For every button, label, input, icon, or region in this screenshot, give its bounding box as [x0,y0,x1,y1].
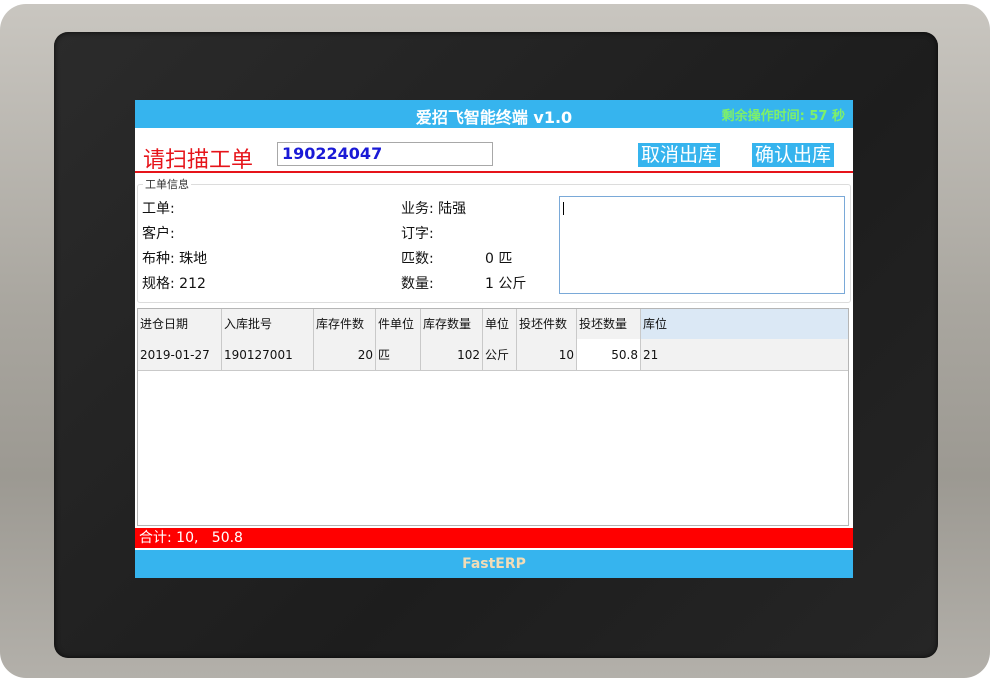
text-caret [563,202,564,215]
group-title: 工单信息 [143,176,191,192]
pieces-label: 匹数: [401,251,434,267]
column-header-stock-pieces[interactable]: 库存件数 [314,309,376,339]
order-word-field: 订字: [401,226,434,242]
cell-location: 21 [641,339,848,371]
scan-prompt: 请扫描工单 [143,148,254,173]
cell-issue-pieces: 10 [517,339,577,371]
cell-issue-qty[interactable]: 50.8 [577,339,641,371]
memo-textbox[interactable] [559,196,845,294]
grid-header: 进仓日期 入库批号 库存件数 件单位 库存数量 单位 投坯件数 投坯数量 库位 [138,309,848,339]
cell-stock-qty: 102 [421,339,483,371]
remaining-time: 剩余操作时间: 57 秒 [721,109,845,124]
cell-piece-unit: 匹 [376,339,421,371]
footer-brand: FastERP [135,550,853,578]
pieces-value: 0 匹 [485,251,513,267]
column-header-stock-qty[interactable]: 库存数量 [421,309,483,339]
confirm-outbound-button[interactable]: 确认出库 [752,143,835,167]
column-header-issue-pieces[interactable]: 投坯件数 [517,309,577,339]
cancel-outbound-button[interactable]: 取消出库 [638,143,721,167]
total-summary: 合计: 10, 50.8 [135,528,853,548]
terminal-screen: 爱招飞智能终端 v1.0 剩余操作时间: 57 秒 请扫描工单 19022404… [135,100,853,578]
column-header-piece-unit[interactable]: 件单位 [376,309,421,339]
column-header-unit[interactable]: 单位 [483,309,517,339]
cell-batch: 190127001 [222,339,314,371]
cell-unit: 公斤 [483,339,517,371]
column-header-batch[interactable]: 入库批号 [222,309,314,339]
header-divider [135,171,853,173]
quantity-label: 数量: [401,276,434,292]
column-header-in-date[interactable]: 进仓日期 [138,309,222,339]
customer-field: 客户: [142,226,175,242]
cell-in-date: 2019-01-27 [138,339,222,371]
spec-field: 规格: 212 [142,276,206,292]
stock-grid[interactable]: 进仓日期 入库批号 库存件数 件单位 库存数量 单位 投坯件数 投坯数量 库位 … [137,308,849,526]
business-field: 业务: 陆强 [401,201,467,217]
title-bar: 爱招飞智能终端 v1.0 剩余操作时间: 57 秒 [135,100,853,128]
column-header-location[interactable]: 库位 [641,309,848,339]
cell-stock-pieces: 20 [314,339,376,371]
work-order-input[interactable]: 190224047 [277,142,493,166]
column-header-issue-qty[interactable]: 投坯数量 [577,309,641,339]
quantity-value: 1 公斤 [485,276,527,292]
work-order-field: 工单: [142,201,175,217]
fabric-field: 布种: 珠地 [142,251,208,267]
